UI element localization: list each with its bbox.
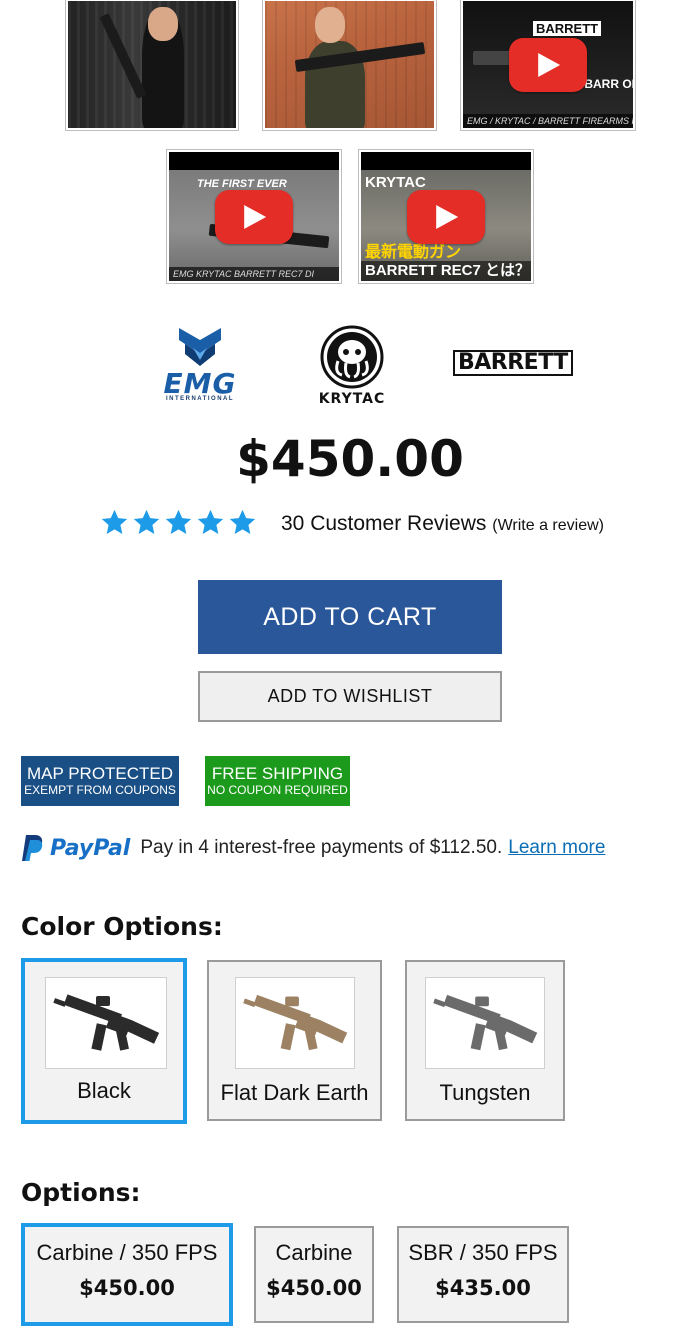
product-price: $450.00 <box>236 430 464 488</box>
rifle-image <box>235 977 355 1069</box>
video-thumbnail: THE FIRST EVER EMG KRYTAC BARRETT REC7 D… <box>169 152 339 281</box>
play-icon[interactable] <box>215 189 293 244</box>
video-thumbnail: KRYTAC 最新電動ガン BARRETT REC7 とは？ <box>361 152 531 281</box>
paypal-wordmark: PayPal <box>50 835 131 861</box>
star-rating[interactable] <box>100 508 257 537</box>
rifle-image <box>45 977 167 1069</box>
rifle-image <box>425 977 545 1069</box>
brand-logo-barrett[interactable]: BARRETT <box>453 350 573 376</box>
option-carbine-350[interactable]: Carbine / 350 FPS $450.00 <box>21 1223 233 1326</box>
emg-chevron-icon <box>179 328 221 366</box>
option-carbine[interactable]: Carbine $450.00 <box>254 1226 374 1323</box>
star-icon <box>165 509 192 534</box>
thumbnail-photo-1[interactable] <box>65 0 239 131</box>
learn-more-link[interactable]: Learn more <box>508 837 605 859</box>
star-icon <box>133 509 160 534</box>
free-shipping-badge: FREE SHIPPING NO COUPON REQUIRED <box>205 756 350 806</box>
add-to-cart-button[interactable]: ADD TO CART <box>198 580 502 654</box>
thumbnail-video-3[interactable]: KRYTAC 最新電動ガン BARRETT REC7 とは？ <box>358 149 534 284</box>
color-swatch-label: Black <box>77 1078 131 1103</box>
color-swatch-label: Tungsten <box>439 1080 531 1105</box>
emg-subtitle: INTERNATIONAL <box>165 396 235 402</box>
paypal-installments-text: Pay in 4 interest-free payments of $112.… <box>140 837 503 858</box>
krytac-wordmark: KRYTAC <box>318 391 386 407</box>
product-photo <box>68 1 236 128</box>
brand-logo-krytac[interactable]: KRYTAC <box>310 325 394 407</box>
color-swatch-black[interactable]: Black <box>21 958 187 1124</box>
write-review-link[interactable]: (Write a review) <box>492 517 604 534</box>
krytac-octopus-icon <box>320 325 384 389</box>
color-options-title: Color Options: <box>21 912 223 941</box>
thumbnail-video-1[interactable]: BARRETT E BARR OF M4s EMG / KRYTAC / BAR… <box>460 0 636 131</box>
thumbnail-video-2[interactable]: THE FIRST EVER EMG KRYTAC BARRETT REC7 D… <box>166 149 342 284</box>
add-to-wishlist-button[interactable]: ADD TO WISHLIST <box>198 671 502 722</box>
customer-reviews-link[interactable]: 30 Customer Reviews <box>281 512 486 535</box>
emg-wordmark: EMG <box>163 367 237 400</box>
thumbnail-photo-2[interactable] <box>262 0 437 131</box>
star-icon <box>197 509 224 534</box>
paypal-icon <box>22 835 43 861</box>
star-icon <box>229 509 256 534</box>
paypal-message: PayPal Pay in 4 interest-free payments o… <box>22 830 605 866</box>
color-swatch-fde[interactable]: Flat Dark Earth <box>207 960 382 1121</box>
barrett-wordmark: BARRETT <box>453 350 573 376</box>
star-icon <box>101 509 128 534</box>
brand-logo-emg[interactable]: EMG INTERNATIONAL <box>155 326 245 404</box>
color-swatch-label: Flat Dark Earth <box>220 1080 369 1105</box>
video-thumbnail: BARRETT E BARR OF M4s EMG / KRYTAC / BAR… <box>463 1 633 128</box>
options-title: Options: <box>21 1178 141 1207</box>
map-protected-badge: MAP PROTECTED EXEMPT FROM COUPONS <box>21 756 179 806</box>
reviews-row: 30 Customer Reviews (Write a review) <box>281 510 604 540</box>
product-photo <box>265 1 434 128</box>
option-sbr-350[interactable]: SBR / 350 FPS $435.00 <box>397 1226 569 1323</box>
color-swatch-tungsten[interactable]: Tungsten <box>405 960 565 1121</box>
play-icon[interactable] <box>407 189 485 244</box>
play-icon[interactable] <box>509 37 587 92</box>
